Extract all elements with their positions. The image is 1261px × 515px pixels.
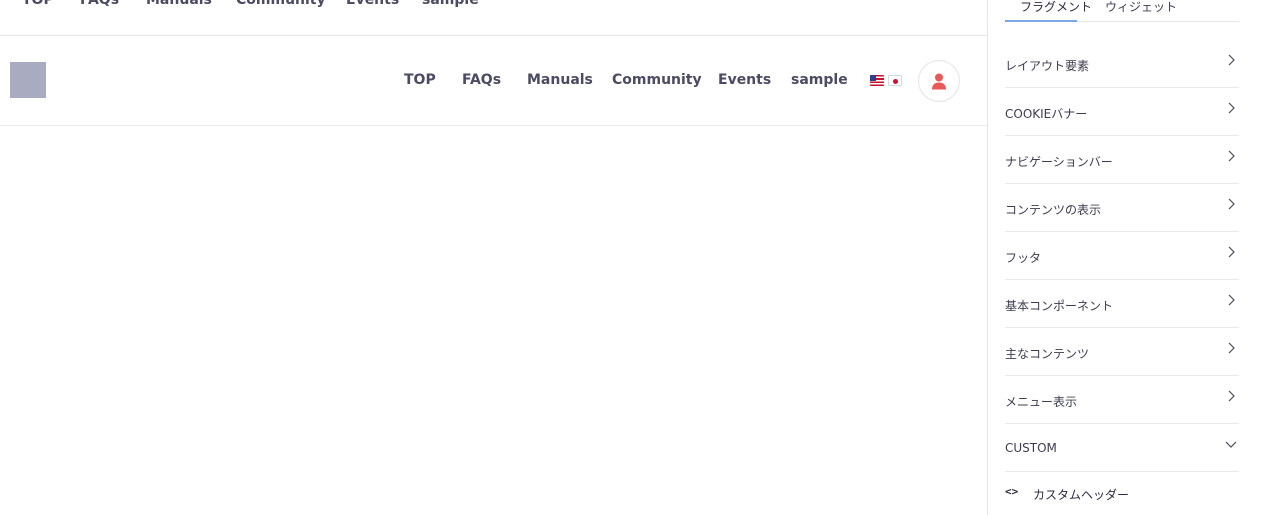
tab-fragments[interactable]: フラグメント: [1020, 0, 1092, 15]
section-cookie-banner[interactable]: COOKIEバナー: [1005, 88, 1239, 136]
fragments-sidebar: フラグメント ウィジェット レイアウト要素 COOKIEバナー ナビゲーションバ…: [987, 0, 1261, 515]
ghost-nav-faqs[interactable]: FAQs: [80, 0, 119, 8]
section-label: 主なコンテンツ: [1005, 347, 1090, 361]
navbar: TOP FAQs Manuals Community Events sample: [0, 36, 987, 126]
section-label: CUSTOM: [1005, 441, 1057, 455]
chevron-right-icon: [1228, 342, 1235, 354]
section-label: 基本コンポーネント: [1005, 299, 1114, 313]
section-navigation-bar[interactable]: ナビゲーションバー: [1005, 136, 1239, 184]
section-label: メニュー表示: [1005, 395, 1078, 409]
chevron-right-icon: [1228, 294, 1235, 306]
scrolled-navbar: TOP FAQs Manuals Community Events sample: [0, 0, 987, 36]
nav-link-community[interactable]: Community: [612, 72, 702, 88]
chevron-right-icon: [1228, 198, 1235, 210]
chevron-right-icon: [1228, 54, 1235, 66]
section-content-display[interactable]: コンテンツの表示: [1005, 184, 1239, 232]
active-tab-indicator: [1005, 20, 1077, 22]
chevron-down-icon: [1225, 441, 1237, 448]
section-label: フッタ: [1005, 251, 1042, 265]
ghost-nav-manuals[interactable]: Manuals: [146, 0, 212, 8]
ghost-nav-events[interactable]: Events: [346, 0, 399, 8]
chevron-right-icon: [1228, 102, 1235, 114]
section-basic-components[interactable]: 基本コンポーネント: [1005, 280, 1239, 328]
section-featured-content[interactable]: 主なコンテンツ: [1005, 328, 1239, 376]
chevron-right-icon: [1228, 150, 1235, 162]
user-avatar-button[interactable]: [918, 60, 960, 102]
chevron-right-icon: [1228, 246, 1235, 258]
section-menu-display[interactable]: メニュー表示: [1005, 376, 1239, 424]
page-preview-canvas: TOP FAQs Manuals Community Events sample…: [0, 0, 987, 515]
en-us-flag-icon[interactable]: [870, 75, 884, 86]
code-icon: <>: [1005, 485, 1019, 498]
logo-placeholder[interactable]: [10, 62, 46, 98]
nav-link-events[interactable]: Events: [718, 72, 771, 88]
nav-link-faqs[interactable]: FAQs: [462, 72, 501, 88]
fragment-item-label: カスタムヘッダー: [1033, 488, 1130, 502]
tab-widgets[interactable]: ウィジェット: [1105, 0, 1177, 15]
chevron-right-icon: [1228, 390, 1235, 402]
ghost-nav-community[interactable]: Community: [236, 0, 326, 8]
page: TOP FAQs Manuals Community Events sample…: [0, 0, 1261, 515]
section-label: レイアウト要素: [1005, 59, 1090, 73]
section-label: COOKIEバナー: [1005, 107, 1088, 121]
ja-jp-flag-icon[interactable]: [888, 75, 902, 86]
nav-link-sample[interactable]: sample: [791, 72, 848, 88]
section-label: ナビゲーションバー: [1005, 155, 1113, 169]
fragment-item-custom-header[interactable]: <> カスタムヘッダー: [1005, 478, 1239, 510]
sidebar-tabs: フラグメント ウィジェット: [1005, 0, 1239, 22]
user-icon: [932, 73, 946, 89]
section-layout-elements[interactable]: レイアウト要素: [1005, 40, 1239, 88]
ghost-nav-sample[interactable]: sample: [422, 0, 479, 8]
nav-link-manuals[interactable]: Manuals: [527, 72, 593, 88]
section-label: コンテンツの表示: [1005, 203, 1102, 217]
ghost-nav-top[interactable]: TOP: [22, 0, 54, 8]
section-footer[interactable]: フッタ: [1005, 232, 1239, 280]
section-custom[interactable]: CUSTOM: [1005, 424, 1239, 472]
nav-link-top[interactable]: TOP: [404, 72, 436, 88]
